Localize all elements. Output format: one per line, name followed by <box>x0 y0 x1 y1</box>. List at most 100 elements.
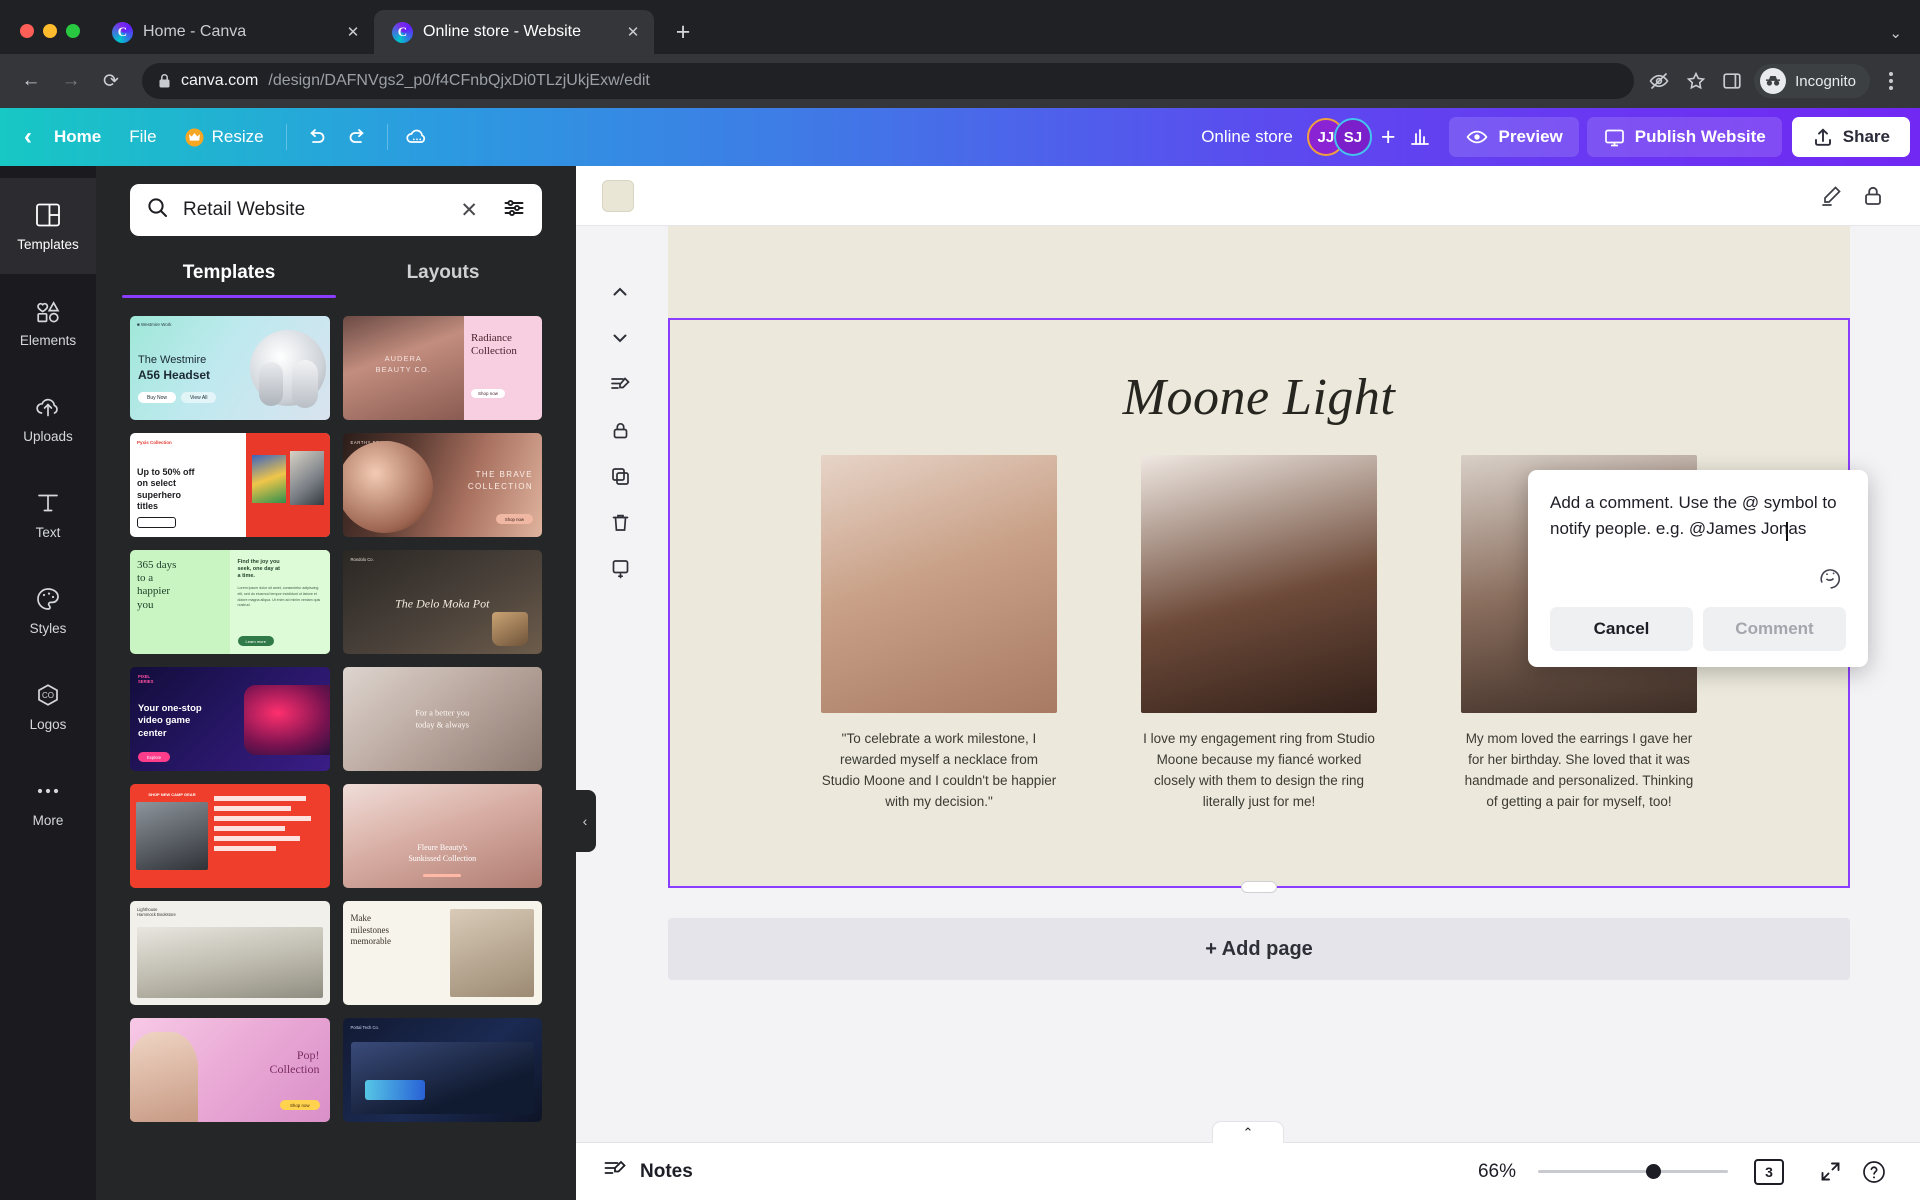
trash-icon[interactable] <box>600 502 640 542</box>
resize-button[interactable]: Resize <box>171 118 278 156</box>
template-card[interactable]: Portal Tech Co. <box>342 1018 542 1122</box>
template-card[interactable]: Fleure Beauty's Sunkissed Collection <box>342 784 542 888</box>
add-page-button[interactable]: + Add page <box>668 918 1850 980</box>
sidebar-item-templates[interactable]: Templates <box>0 178 96 274</box>
chevron-up-icon[interactable] <box>600 272 640 312</box>
cloud-saving-icon[interactable] <box>396 118 438 156</box>
lock-icon[interactable] <box>1852 175 1894 217</box>
browser-tab-online-store-website[interactable]: C Online store - Website ✕ <box>374 10 654 54</box>
svg-text:CO: CO <box>42 691 54 700</box>
sidebar-item-more[interactable]: More <box>0 754 96 850</box>
undo-icon[interactable] <box>295 118 337 156</box>
tab-list-chevron-icon[interactable]: ⌄ <box>1889 24 1920 54</box>
window-traffic-lights[interactable] <box>14 24 94 54</box>
duplicate-icon[interactable] <box>600 456 640 496</box>
template-card[interactable]: EARTHY BEAUTY THE BRAVECOLLECTION Shop n… <box>342 433 542 537</box>
help-icon[interactable] <box>1854 1152 1894 1192</box>
canvas-scroll-area[interactable]: Moone Light "To celebrate a work milesto… <box>576 226 1920 1142</box>
tab-templates[interactable]: Templates <box>122 252 336 298</box>
testimonial-photo[interactable] <box>1141 455 1377 713</box>
sidebar-item-uploads[interactable]: Uploads <box>0 370 96 466</box>
template-card[interactable]: SHOP NEW CAMP GEAR <box>130 784 330 888</box>
new-tab-button[interactable]: + <box>666 15 700 49</box>
side-panel-icon[interactable] <box>1722 71 1742 91</box>
forward-icon[interactable]: → <box>54 64 88 98</box>
paintbrush-icon[interactable] <box>1810 175 1852 217</box>
file-menu-button[interactable]: File <box>115 118 170 156</box>
publish-website-button[interactable]: Publish Website <box>1586 117 1782 157</box>
template-card[interactable]: Rondolo Co. The Delo Moka Pot <box>342 550 542 654</box>
testimonial-card[interactable]: I love my engagement ring from Studio Mo… <box>1141 455 1377 813</box>
sidebar-item-label: Logos <box>29 717 67 732</box>
preview-button[interactable]: Preview <box>1449 117 1579 157</box>
profile-incognito-button[interactable]: Incognito <box>1754 64 1870 98</box>
sidebar-item-logos[interactable]: CO Logos <box>0 658 96 754</box>
redo-icon[interactable] <box>337 118 379 156</box>
testimonial-text[interactable]: I love my engagement ring from Studio Mo… <box>1141 729 1377 813</box>
template-card[interactable]: Pop! Collection Shop now <box>130 1018 330 1122</box>
browser-tab-home-canva[interactable]: C Home - Canva ✕ <box>94 10 374 54</box>
browser-tab-strip: C Home - Canva ✕ C Online store - Websit… <box>0 0 1920 54</box>
avatar[interactable]: SJ <box>1333 118 1372 156</box>
collapse-bar-icon[interactable]: ⌃ <box>1212 1121 1284 1143</box>
address-bar[interactable]: canva.com/design/DAFNVgs2_p0/f4CFnbQjxDi… <box>142 63 1635 99</box>
template-card[interactable]: 365 days to a happier you Find the joy you s… <box>130 550 330 654</box>
back-icon[interactable]: ← <box>14 64 48 98</box>
sidebar-item-label: More <box>32 813 64 828</box>
close-icon[interactable]: ✕ <box>342 21 364 43</box>
comment-button[interactable]: Comment <box>1703 607 1846 651</box>
document-name[interactable]: Online store <box>1187 127 1307 147</box>
notes-button[interactable]: Notes <box>602 1156 693 1188</box>
comment-prompt[interactable]: Add a comment. Use the @ symbol to notif… <box>1550 490 1846 541</box>
zoom-slider-knob[interactable] <box>1646 1164 1661 1179</box>
fullscreen-icon[interactable] <box>1810 1152 1850 1192</box>
testimonial-card[interactable]: "To celebrate a work milestone, I reward… <box>821 455 1057 813</box>
emoji-icon[interactable] <box>1816 563 1846 593</box>
search-input[interactable] <box>183 199 447 221</box>
bar-chart-icon[interactable] <box>1399 118 1441 156</box>
tab-layouts[interactable]: Layouts <box>336 252 550 298</box>
sidebar-item-styles[interactable]: Styles <box>0 562 96 658</box>
clear-icon[interactable]: ✕ <box>460 198 478 223</box>
template-card[interactable]: PIXEL SERIES Your one-stop video game cente… <box>130 667 330 771</box>
testimonial-photo[interactable] <box>821 455 1057 713</box>
close-window-button[interactable] <box>20 24 34 38</box>
testimonial-text[interactable]: My mom loved the earrings I gave her for… <box>1461 729 1697 813</box>
page-count[interactable]: 3 <box>1754 1158 1784 1185</box>
template-card[interactable]: Lighthouse Hammock Bookstore <box>130 901 330 1005</box>
cancel-button[interactable]: Cancel <box>1550 607 1693 651</box>
sidebar-item-elements[interactable]: Elements <box>0 274 96 370</box>
share-button[interactable]: Share <box>1791 117 1910 157</box>
sidebar-item-label: Elements <box>19 333 77 348</box>
close-icon[interactable]: ✕ <box>622 21 644 43</box>
collaborator-avatars[interactable]: JJ SJ <box>1306 118 1372 156</box>
page-resize-handle[interactable] <box>1241 881 1277 893</box>
collapse-panel-button[interactable]: ‹ <box>574 790 596 852</box>
home-button[interactable]: Home <box>40 118 115 156</box>
maximize-window-button[interactable] <box>66 24 80 38</box>
add-people-button[interactable]: + <box>1381 123 1396 152</box>
add-page-icon[interactable] <box>600 548 640 588</box>
bookmark-star-icon[interactable] <box>1686 71 1706 91</box>
minimize-window-button[interactable] <box>43 24 57 38</box>
eye-off-icon[interactable] <box>1648 70 1670 92</box>
reload-icon[interactable]: ⟳ <box>94 64 128 98</box>
filter-icon[interactable] <box>502 196 526 225</box>
notes-icon[interactable] <box>600 364 640 404</box>
template-card[interactable]: Make milestones memorable <box>342 901 542 1005</box>
search-box[interactable]: ✕ <box>130 184 542 236</box>
chevron-down-icon[interactable] <box>600 318 640 358</box>
comment-popup[interactable]: Add a comment. Use the @ symbol to notif… <box>1528 470 1868 667</box>
template-card[interactable]: ■ Westmire Work The Westmire A56 Headset … <box>130 316 330 420</box>
lock-icon[interactable] <box>600 410 640 450</box>
canvas-heading[interactable]: Moone Light <box>670 320 1848 427</box>
template-card[interactable]: Pyxis Collection Up to 50% off on select s… <box>130 433 330 537</box>
testimonial-text[interactable]: "To celebrate a work milestone, I reward… <box>821 729 1057 813</box>
sidebar-item-text[interactable]: Text <box>0 466 96 562</box>
browser-menu-icon[interactable] <box>1876 64 1906 98</box>
template-card[interactable]: For a better you today & always <box>342 667 542 771</box>
zoom-slider[interactable] <box>1538 1164 1728 1179</box>
template-card[interactable]: AUDERA BEAUTY CO. Radiance Collection Shop… <box>342 316 542 420</box>
back-chevron-icon[interactable]: ‹ <box>16 118 40 156</box>
page-color-swatch[interactable] <box>602 179 634 212</box>
